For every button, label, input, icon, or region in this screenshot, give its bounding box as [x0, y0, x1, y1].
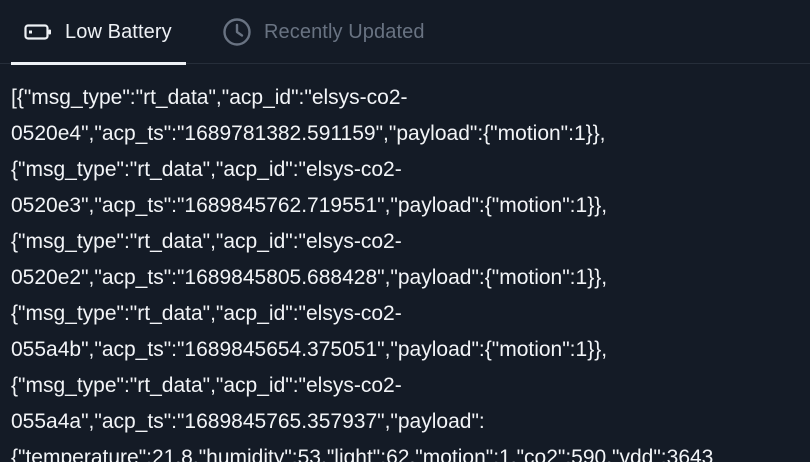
tab-low-battery[interactable]: Low Battery [11, 0, 186, 65]
json-line: 0520e4","acp_ts":"1689781382.591159","pa… [11, 122, 606, 145]
active-tab-indicator [11, 62, 186, 65]
app-window: Low Battery Recently Updated [{"msg_type… [0, 0, 810, 462]
json-line: 0520e2","acp_ts":"1689845805.688428","pa… [11, 266, 608, 289]
json-line: {"msg_type":"rt_data","acp_id":"elsys-co… [11, 374, 402, 397]
tab-bar: Low Battery Recently Updated [0, 0, 810, 65]
json-line: 055a4b","acp_ts":"1689845654.375051","pa… [11, 338, 608, 361]
json-line: {"msg_type":"rt_data","acp_id":"elsys-co… [11, 230, 402, 253]
json-line: 055a4a","acp_ts":"1689845765.357937","pa… [11, 410, 485, 433]
json-line: {"msg_type":"rt_data","acp_id":"elsys-co… [11, 158, 402, 181]
tab-recently-updated[interactable]: Recently Updated [221, 0, 451, 64]
clock-icon [221, 16, 253, 48]
json-output: [{"msg_type":"rt_data","acp_id":"elsys-c… [11, 80, 810, 462]
json-line: {"msg_type":"rt_data","acp_id":"elsys-co… [11, 302, 402, 325]
json-line: {"temperature":21.8,"humidity":53,"light… [11, 446, 714, 462]
json-line: [{"msg_type":"rt_data","acp_id":"elsys-c… [11, 86, 408, 109]
tab-recently-updated-label: Recently Updated [264, 20, 425, 43]
tab-low-battery-label: Low Battery [65, 20, 172, 43]
json-line: 0520e3","acp_ts":"1689845762.719551","pa… [11, 194, 608, 217]
battery-low-icon [24, 22, 52, 42]
